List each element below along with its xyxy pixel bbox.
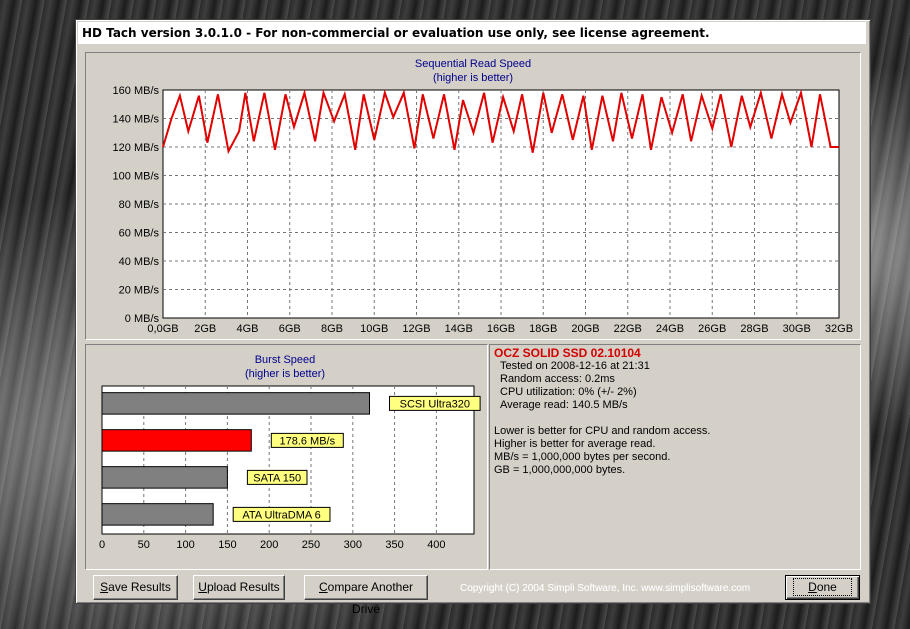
seq-y-tick-label: 120 MB/s (113, 142, 160, 154)
seq-x-tick-label: 10GB (360, 323, 388, 335)
done-focus-rect: Done (793, 578, 852, 596)
seq-x-tick-label: 32GB (825, 323, 853, 335)
burst-speed-chart: 0 50 100 150 200 250 300 350 400 SCSI Ultra320 178… (99, 385, 481, 551)
seq-x-tick-label: 16GB (487, 323, 515, 335)
save-results-button[interactable]: Save Results (93, 575, 178, 600)
seq-y-tick-label: 80 MB/s (119, 199, 160, 211)
note-higher-better: Higher is better for average read. (494, 438, 656, 450)
burst-x-tick-label: 50 (138, 539, 150, 551)
seq-x-tick-label: 4GB (236, 323, 258, 335)
compare-drive-button[interactable]: Compare Another Drive (304, 575, 428, 616)
save-accel: S (100, 580, 109, 594)
burst-x-tick-label: 400 (427, 539, 445, 551)
note-lower-better: Lower is better for CPU and random acces… (494, 425, 711, 437)
tested-on: Tested on 2008-12-16 at 21:31 (500, 360, 650, 372)
seq-x-tick-label: 24GB (656, 323, 684, 335)
copyright-text: Copyright (C) 2004 Simpli Software, Inc.… (460, 583, 751, 594)
seq-x-tick-label: 30GB (783, 323, 811, 335)
compare-accel: C (318, 580, 328, 594)
done-label: one (816, 580, 837, 594)
seq-y-tick-label: 20 MB/s (119, 285, 160, 297)
seq-x-tick-label: 28GB (740, 323, 768, 335)
seq-x-tick-label: 2GB (194, 323, 216, 335)
seq-y-tick-label: 60 MB/s (119, 228, 160, 240)
seq-x-tick-label: 14GB (445, 323, 473, 335)
burst-x-tick-label: 350 (385, 539, 403, 551)
burst-bar-label: ATA UltraDMA 6 (242, 509, 320, 521)
burst-bar (101, 392, 371, 415)
drive-info: OCZ SOLID SSD 02.10104 Tested on 2008-12… (491, 344, 861, 570)
random-access: Random access: 0.2ms (500, 373, 615, 385)
window-title: HD Tach version 3.0.1.0 - For non-commer… (78, 22, 866, 44)
save-label: ave Results (108, 580, 171, 594)
done-accel: D (808, 580, 817, 594)
seq-x-tick-label: 18GB (529, 323, 557, 335)
seq-x-tick-label: 6GB (279, 323, 301, 335)
note-gb: GB = 1,000,000,000 bytes. (494, 464, 626, 476)
upload-accel: U (198, 580, 207, 594)
sequential-read-chart: 0,0GB 2GB 4GB 6GB 8GB 10GB 12GB 14GB 16GB 18GB 20G… (113, 85, 854, 335)
burst-x-tick-label: 100 (176, 539, 194, 551)
average-read: Average read: 140.5 MB/s (500, 399, 628, 411)
burst-x-tick-label: 250 (302, 539, 320, 551)
note-mbs: MB/s = 1,000,000 bytes per second. (494, 451, 671, 463)
burst-x-tick-label: 200 (260, 539, 278, 551)
drive-name: OCZ SOLID SSD 02.10104 (494, 346, 641, 360)
seq-x-tick-label: 20GB (571, 323, 599, 335)
burst-bar-label: SATA 150 (253, 472, 301, 484)
burst-bar (101, 466, 228, 489)
seq-y-tick-label: 0 MB/s (125, 313, 160, 325)
burst-bar-label: SCSI Ultra320 (400, 398, 470, 410)
burst-x-tick-label: 150 (218, 539, 236, 551)
seq-x-tick-label: 26GB (698, 323, 726, 335)
seq-y-tick-label: 160 MB/s (113, 85, 160, 97)
seq-x-tick-label: 22GB (614, 323, 642, 335)
burst-bar (101, 503, 214, 526)
seq-y-tick-label: 40 MB/s (119, 256, 160, 268)
seq-y-tick-label: 140 MB/s (113, 114, 160, 126)
burst-x-tick-label: 300 (344, 539, 362, 551)
burst-bar (101, 429, 252, 452)
seq-x-tick-label: 12GB (402, 323, 430, 335)
burst-x-tick-label: 0 (99, 539, 105, 551)
upload-label: pload Results (206, 580, 280, 594)
cpu-utilization: CPU utilization: 0% (+/- 2%) (500, 386, 637, 398)
burst-bar-label: 178.6 MB/s (279, 435, 335, 447)
seq-x-tick-label: 8GB (321, 323, 343, 335)
done-button[interactable]: Done (785, 575, 860, 600)
seq-y-tick-label: 100 MB/s (113, 171, 160, 183)
upload-results-button[interactable]: Upload Results (193, 575, 285, 600)
